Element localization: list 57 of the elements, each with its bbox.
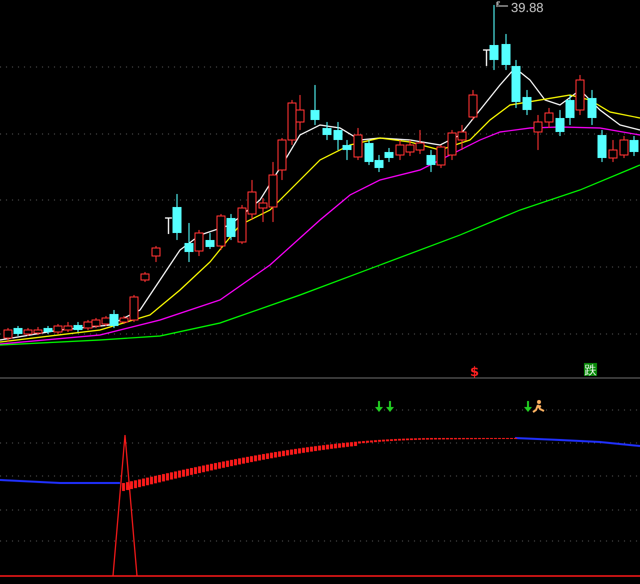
candlestick	[14, 326, 22, 336]
candlestick	[172, 194, 182, 240]
candlestick	[152, 246, 160, 262]
candlestick	[92, 318, 100, 328]
candlestick	[322, 122, 332, 140]
candlestick	[458, 124, 466, 150]
candlestick	[140, 272, 150, 282]
candlestick	[544, 108, 554, 128]
candlestick	[4, 328, 12, 342]
candlestick	[556, 110, 564, 136]
pointer-icon	[496, 2, 508, 8]
candlestick	[288, 100, 296, 146]
candlestick	[426, 150, 436, 172]
down-arrow-icon	[375, 401, 383, 412]
candlestick	[64, 322, 72, 332]
candlestick	[342, 140, 352, 160]
candlestick	[468, 90, 478, 120]
candlestick	[620, 136, 628, 158]
candlestick	[354, 128, 362, 160]
candlestick	[522, 90, 532, 116]
candlestick	[238, 204, 246, 244]
candlestick	[24, 328, 32, 336]
candlestick	[566, 94, 574, 126]
candlestick	[588, 90, 596, 126]
candlestick	[512, 60, 520, 108]
candlestick	[206, 232, 214, 250]
candlestick	[608, 140, 618, 162]
candlestick	[216, 214, 226, 250]
fall-badge: 跌	[584, 363, 597, 377]
t-mark-icon	[164, 217, 173, 235]
candlestick	[248, 180, 256, 220]
candlestick	[448, 130, 456, 160]
candlestick	[310, 84, 320, 126]
down-arrow-icon	[386, 401, 394, 412]
candlestick	[226, 214, 236, 240]
candlestick	[44, 326, 52, 334]
candlestick	[576, 74, 584, 116]
candlestick	[74, 322, 82, 332]
candlestick	[436, 144, 446, 168]
t-mark-icon	[482, 49, 491, 67]
candlestick	[384, 148, 394, 162]
candlestick	[598, 130, 606, 162]
down-arrow-icon	[524, 401, 532, 412]
candlestick	[334, 122, 342, 150]
candlestick	[84, 320, 92, 330]
candlestick	[502, 34, 510, 70]
candlestick	[34, 326, 42, 336]
high-price-label: 39.88	[511, 0, 544, 15]
candlestick	[534, 114, 542, 150]
dollar-marker: $	[470, 365, 480, 380]
candlestick	[296, 94, 304, 130]
candlestick	[54, 324, 62, 334]
running-figure-icon	[532, 400, 545, 413]
candlestick	[630, 136, 638, 156]
candlestick	[278, 138, 286, 180]
candlestick	[490, 4, 498, 70]
candlestick	[396, 140, 404, 160]
